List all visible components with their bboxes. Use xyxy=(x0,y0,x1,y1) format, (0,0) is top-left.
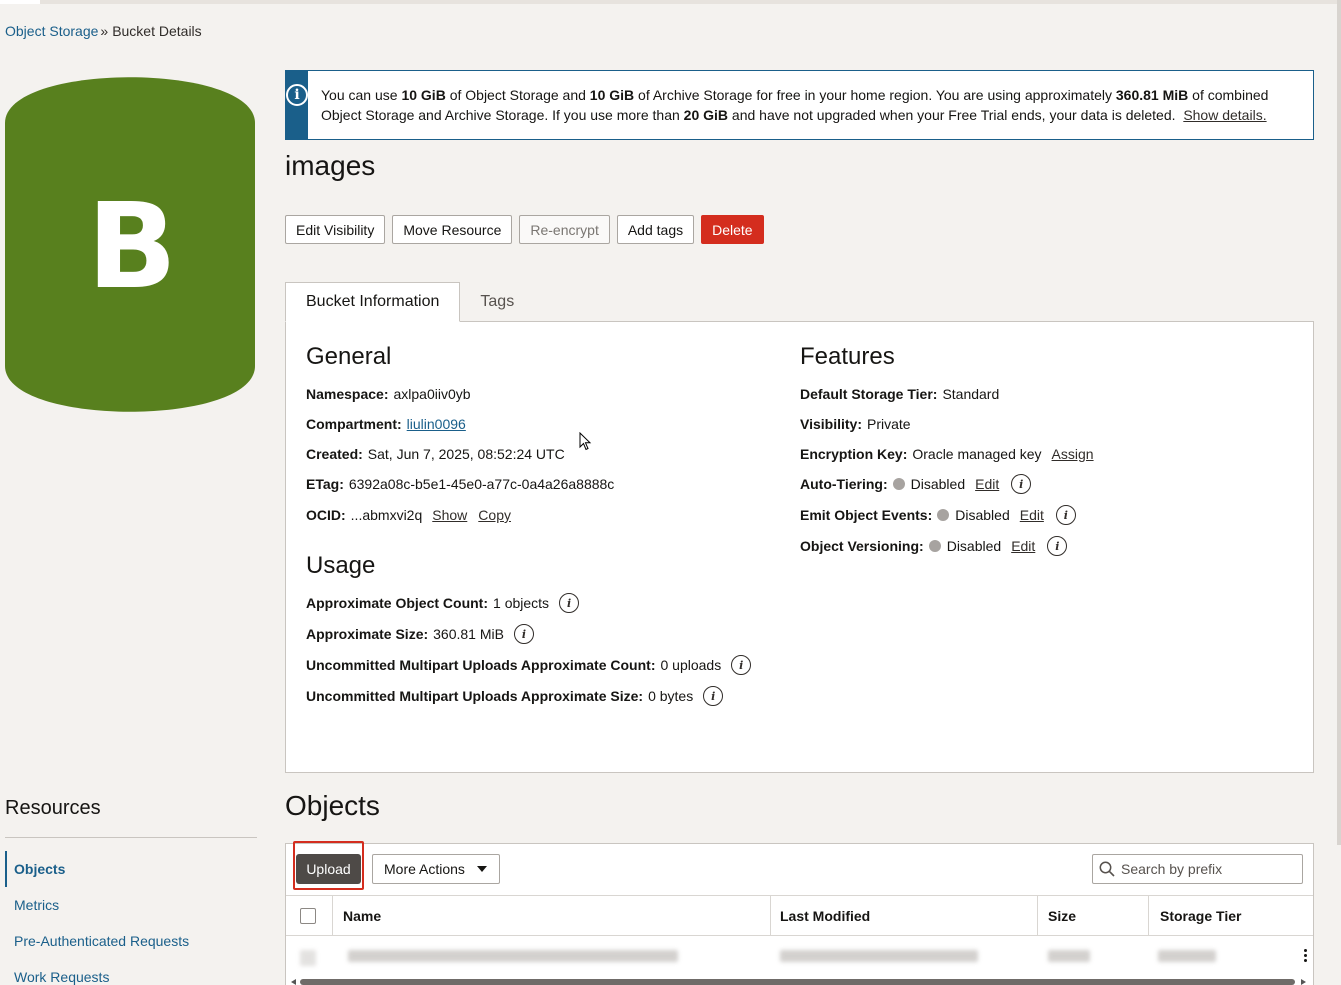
banner-icon-bar: i xyxy=(286,71,308,139)
bucket-icon: B xyxy=(5,77,255,412)
multipart-count-row: Uncommitted Multipart Uploads Approximat… xyxy=(306,655,752,675)
object-count-row: Approximate Object Count: 1 objects i xyxy=(306,593,580,613)
objects-heading: Objects xyxy=(285,790,380,821)
table-row xyxy=(286,937,1313,975)
active-indicator xyxy=(5,851,7,887)
breadcrumb-object-storage-link[interactable]: Object Storage xyxy=(5,23,98,39)
resources-heading: Resources xyxy=(5,797,101,819)
tab-tags[interactable]: Tags xyxy=(460,282,534,322)
visibility-row: Visibility: Private xyxy=(800,416,911,432)
status-dot xyxy=(892,478,905,490)
page-title: images xyxy=(285,150,376,181)
status-dot xyxy=(937,509,950,521)
scroll-right-arrow-icon[interactable] xyxy=(1301,979,1306,985)
etag-row: ETag: 6392a08c-b5e1-45e0-a77c-0a4a26a8888… xyxy=(306,476,615,492)
breadcrumb-separator: » xyxy=(100,23,109,39)
created-row: Created: Sat, Jun 7, 2025, 08:52:24 UTC xyxy=(306,446,565,462)
move-resource-button[interactable]: Move Resource xyxy=(392,215,513,244)
column-name[interactable]: Name xyxy=(343,896,381,935)
features-heading: Features xyxy=(800,343,895,370)
status-dot xyxy=(928,540,941,552)
edit-versioning-link[interactable]: Edit xyxy=(1011,538,1035,554)
bucket-icon-letter: B xyxy=(87,177,177,315)
more-actions-dropdown[interactable]: More Actions xyxy=(372,854,500,884)
top-strip xyxy=(0,0,1341,4)
emit-events-row: Emit Object Events: Disabled Edit i xyxy=(800,505,1076,525)
search-input[interactable] xyxy=(1121,861,1291,877)
reencrypt-button[interactable]: Re-encrypt xyxy=(519,215,610,244)
edit-auto-tiering-link[interactable]: Edit xyxy=(975,476,999,492)
compartment-link[interactable]: liulin0096 xyxy=(407,416,466,432)
row-last-modified xyxy=(780,950,978,962)
multipart-size-row: Uncommitted Multipart Uploads Approximat… xyxy=(306,686,724,706)
info-icon: i xyxy=(286,84,308,106)
namespace-value: axlpa0iiv0yb xyxy=(393,386,471,402)
select-all-cell xyxy=(300,896,316,935)
tab-bucket-information[interactable]: Bucket Information xyxy=(285,282,461,322)
horizontal-scrollbar[interactable] xyxy=(300,979,1295,985)
delete-button[interactable]: Delete xyxy=(701,215,764,244)
caret-down-icon xyxy=(476,866,487,872)
row-object-name[interactable] xyxy=(348,950,678,962)
info-icon[interactable]: i xyxy=(1011,474,1032,494)
banner-text: You can use 10 GiB of Object Storage and… xyxy=(321,87,1269,123)
resources-item-work-requests[interactable]: Work Requests xyxy=(14,969,109,985)
assign-key-link[interactable]: Assign xyxy=(1052,446,1094,462)
detail-tabs: Bucket Information Tags xyxy=(285,282,534,322)
column-storage-tier[interactable]: Storage Tier xyxy=(1160,896,1241,935)
usage-heading: Usage xyxy=(306,552,376,579)
resources-item-objects[interactable]: Objects xyxy=(14,861,65,877)
info-icon[interactable]: i xyxy=(731,655,752,675)
more-actions-label: More Actions xyxy=(384,861,465,877)
row-storage-tier xyxy=(1158,950,1216,962)
ocid-copy-link[interactable]: Copy xyxy=(478,507,511,523)
ocid-show-link[interactable]: Show xyxy=(432,507,467,523)
resources-item-par[interactable]: Pre-Authenticated Requests xyxy=(14,933,189,949)
info-icon[interactable]: i xyxy=(513,624,534,644)
approx-size-row: Approximate Size: 360.81 MiB i xyxy=(306,624,534,644)
encryption-key-row: Encryption Key: Oracle managed key Assign xyxy=(800,446,1094,462)
row-actions-kebab-icon[interactable] xyxy=(1304,949,1307,962)
action-toolbar: Edit Visibility Move Resource Re-encrypt… xyxy=(285,215,764,244)
info-icon[interactable]: i xyxy=(559,593,580,613)
select-all-checkbox[interactable] xyxy=(300,907,316,924)
storage-tier-row: Default Storage Tier: Standard xyxy=(800,386,1000,402)
info-icon[interactable]: i xyxy=(1047,536,1068,556)
add-tags-button[interactable]: Add tags xyxy=(616,215,695,244)
vertical-scrollbar[interactable] xyxy=(1337,0,1341,845)
show-details-link[interactable]: Show details. xyxy=(1183,107,1266,123)
namespace-row: Namespace: axlpa0iiv0yb xyxy=(306,386,471,402)
versioning-row: Object Versioning: Disabled Edit i xyxy=(800,536,1068,556)
ocid-row: OCID: ...abmxvi2q Show Copy xyxy=(306,507,511,523)
breadcrumb-current: Bucket Details xyxy=(112,23,202,39)
resources-divider xyxy=(5,837,257,838)
info-icon[interactable]: i xyxy=(703,686,724,706)
breadcrumb: Object Storage» Bucket Details xyxy=(5,23,202,39)
row-size xyxy=(1048,950,1090,962)
mouse-cursor-icon xyxy=(579,432,592,451)
row-checkbox[interactable] xyxy=(300,950,316,966)
compartment-row: Compartment: liulin0096 xyxy=(306,416,466,432)
general-heading: General xyxy=(306,343,392,370)
scroll-left-arrow-icon[interactable] xyxy=(291,979,296,985)
table-header: Name Last Modified Size Storage Tier xyxy=(286,895,1313,936)
info-icon[interactable]: i xyxy=(1055,505,1076,525)
edit-events-link[interactable]: Edit xyxy=(1020,507,1044,523)
search-icon xyxy=(1099,861,1115,877)
free-tier-banner: i You can use 10 GiB of Object Storage a… xyxy=(285,70,1314,140)
search-by-prefix[interactable] xyxy=(1092,854,1303,884)
resources-item-metrics[interactable]: Metrics xyxy=(14,897,59,913)
column-size[interactable]: Size xyxy=(1048,896,1076,935)
auto-tiering-row: Auto-Tiering: Disabled Edit i xyxy=(800,474,1032,494)
column-last-modified[interactable]: Last Modified xyxy=(780,896,870,935)
edit-visibility-button[interactable]: Edit Visibility xyxy=(285,215,386,244)
upload-button[interactable]: Upload xyxy=(296,854,361,884)
